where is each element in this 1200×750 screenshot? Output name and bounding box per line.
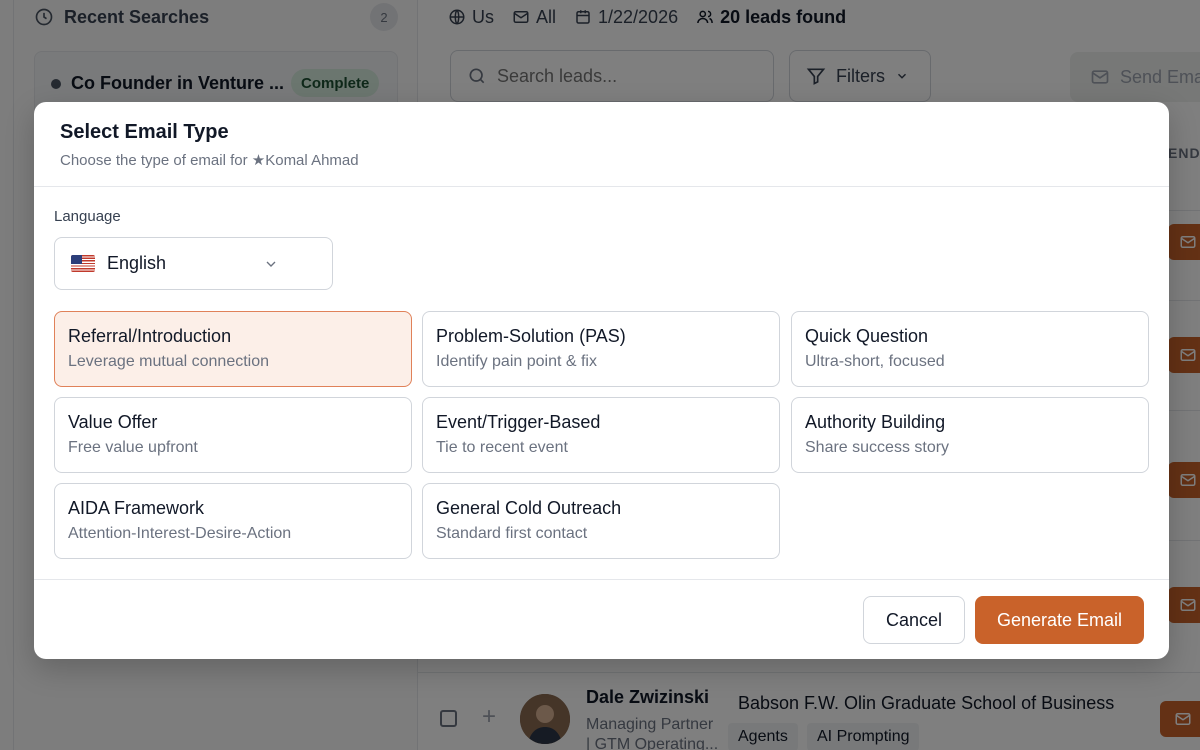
language-select[interactable]: English <box>54 237 333 290</box>
email-type-title: Event/Trigger-Based <box>436 412 601 432</box>
email-type-value-offer[interactable]: Value Offer Free value upfront <box>54 397 412 473</box>
email-type-description: Ultra-short, focused <box>805 353 945 370</box>
email-type-title: Quick Question <box>805 326 929 346</box>
email-type-description: Free value upfront <box>68 439 198 456</box>
email-type-aida-framework[interactable]: AIDA Framework Attention-Interest-Desire… <box>54 483 412 559</box>
email-type-quick-question[interactable]: Quick Question Ultra-short, focused <box>791 311 1149 387</box>
dialog-subtitle: Choose the type of email for ★Komal Ahma… <box>60 152 359 169</box>
select-email-type-dialog: Select Email Type Choose the type of ema… <box>34 102 1169 659</box>
email-type-event-trigger[interactable]: Event/Trigger-Based Tie to recent event <box>422 397 780 473</box>
email-type-title: Referral/Introduction <box>68 326 232 346</box>
email-type-description: Leverage mutual connection <box>68 353 270 370</box>
email-type-general-cold-outreach[interactable]: General Cold Outreach Standard first con… <box>422 483 780 559</box>
email-type-title: Authority Building <box>805 412 946 432</box>
email-type-description: Standard first contact <box>436 525 588 542</box>
email-type-description: Share success story <box>805 439 950 456</box>
language-value: English <box>107 253 167 273</box>
dialog-footer: Cancel Generate Email <box>34 579 1169 659</box>
email-type-description: Tie to recent event <box>436 439 568 456</box>
language-label: Language <box>54 208 121 225</box>
email-type-problem-solution[interactable]: Problem-Solution (PAS) Identify pain poi… <box>422 311 780 387</box>
email-type-description: Identify pain point & fix <box>436 353 597 370</box>
email-type-title: AIDA Framework <box>68 498 205 518</box>
email-type-description: Attention-Interest-Desire-Action <box>68 525 292 542</box>
dialog-title: Select Email Type <box>60 121 229 143</box>
email-type-title: Value Offer <box>68 412 158 432</box>
email-type-title: General Cold Outreach <box>436 498 622 518</box>
chevron-down-icon <box>266 261 276 267</box>
email-type-authority-building[interactable]: Authority Building Share success story <box>791 397 1149 473</box>
email-type-referral-introduction[interactable]: Referral/Introduction Leverage mutual co… <box>54 311 412 387</box>
us-flag-icon <box>71 255 95 272</box>
email-type-title: Problem-Solution (PAS) <box>436 326 626 346</box>
cancel-button[interactable]: Cancel <box>863 596 965 644</box>
generate-email-button[interactable]: Generate Email <box>975 596 1144 644</box>
dialog-header: Select Email Type Choose the type of ema… <box>34 102 1169 187</box>
